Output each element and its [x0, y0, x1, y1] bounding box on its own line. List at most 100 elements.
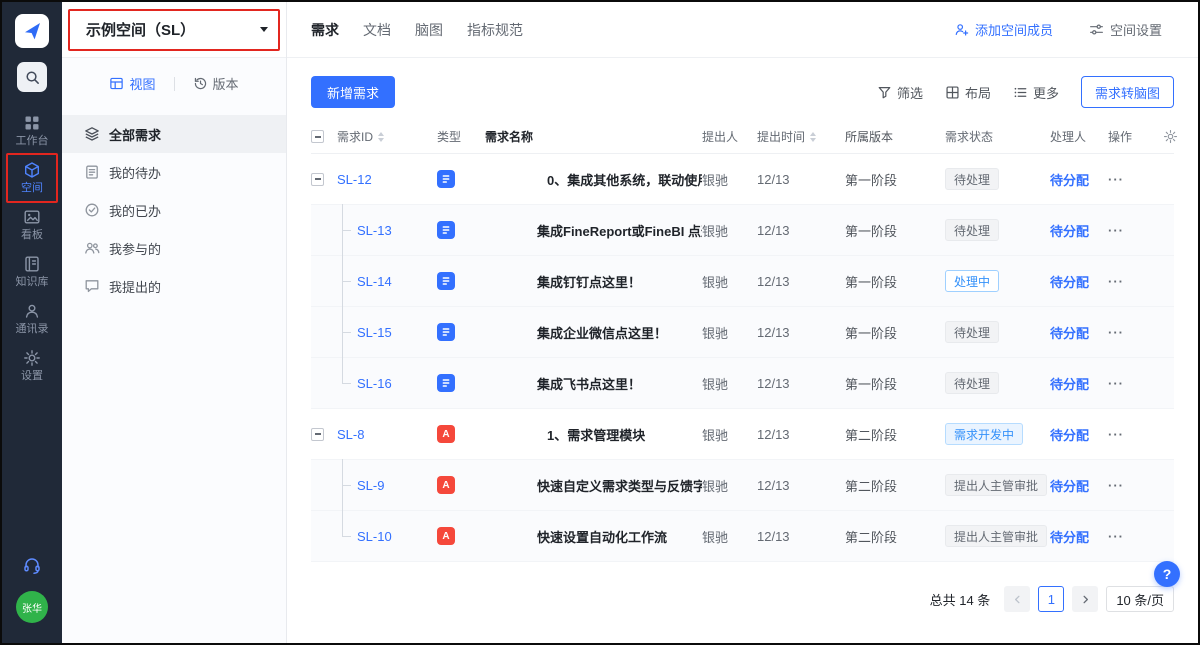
- history-clock-icon: [193, 76, 208, 91]
- header-actions: 添加空间成员 空间设置: [954, 20, 1162, 39]
- row-more-actions[interactable]: ···: [1108, 274, 1124, 289]
- row-more-actions[interactable]: ···: [1108, 223, 1124, 238]
- book-icon: [23, 255, 41, 273]
- handler-link[interactable]: 待分配: [1050, 425, 1089, 444]
- requirement-id-link[interactable]: SL-9: [357, 478, 384, 493]
- handler-link[interactable]: 待分配: [1050, 221, 1089, 240]
- sidebar-item-settings[interactable]: 设置: [5, 345, 59, 387]
- prev-page-button[interactable]: [1004, 586, 1030, 612]
- table-row[interactable]: SL-9 A 快速自定义需求类型与反馈字段 银驰 12/13 第二阶段 提出人主…: [311, 460, 1174, 511]
- requirement-name[interactable]: 0、集成其他系统，联动使用！: [477, 170, 702, 189]
- clipboard-icon: [84, 164, 100, 180]
- column-header-status: 需求状态: [945, 128, 1050, 145]
- sidebar-item-space[interactable]: 空间: [5, 157, 59, 199]
- tab-view[interactable]: 视图: [109, 74, 155, 93]
- sidebar-item-label: 工作台: [16, 135, 49, 148]
- more-button[interactable]: 更多: [1013, 83, 1059, 102]
- sidebar-item-workbench[interactable]: 工作台: [5, 110, 59, 152]
- tab-requirements[interactable]: 需求: [311, 20, 339, 40]
- requirement-id-link[interactable]: SL-8: [337, 427, 364, 442]
- space-switcher[interactable]: 示例空间（SL）: [62, 2, 286, 58]
- new-requirement-button[interactable]: 新增需求: [311, 76, 395, 108]
- filter-item-my-done[interactable]: 我的已办: [62, 191, 286, 229]
- page-size-select[interactable]: 10 条/页: [1106, 586, 1174, 612]
- space-settings-button[interactable]: 空间设置: [1089, 20, 1162, 39]
- requirement-id-link[interactable]: SL-16: [357, 376, 392, 391]
- row-more-actions[interactable]: ···: [1108, 325, 1124, 340]
- row-more-actions[interactable]: ···: [1108, 427, 1124, 442]
- table-settings-gear-icon[interactable]: [1163, 129, 1178, 144]
- current-page-button[interactable]: 1: [1038, 586, 1064, 612]
- tab-version[interactable]: 版本: [193, 74, 239, 93]
- column-header-proposer: 提出人: [702, 128, 757, 145]
- table-row[interactable]: SL-14 集成钉钉点这里！ 银驰 12/13 第一阶段 处理中 待分配 ···: [311, 256, 1174, 307]
- requirement-id-link[interactable]: SL-15: [357, 325, 392, 340]
- handler-link[interactable]: 待分配: [1050, 527, 1089, 546]
- chevron-down-icon[interactable]: [260, 27, 268, 32]
- requirement-id-link[interactable]: SL-10: [357, 529, 392, 544]
- handler-link[interactable]: 待分配: [1050, 272, 1089, 291]
- created-date: 12/13: [757, 223, 845, 238]
- sort-icon[interactable]: [378, 132, 384, 142]
- requirement-id-link[interactable]: SL-13: [357, 223, 392, 238]
- sort-icon[interactable]: [810, 132, 816, 142]
- table-row[interactable]: SL-8 A 1、需求管理模块 银驰 12/13 第二阶段 需求开发中 待分配 …: [311, 409, 1174, 460]
- app-logo[interactable]: [15, 14, 49, 48]
- tab-documents[interactable]: 文档: [363, 20, 391, 40]
- next-page-button[interactable]: [1072, 586, 1098, 612]
- requirement-name[interactable]: 快速设置自动化工作流: [477, 527, 702, 546]
- sidebar-item-board[interactable]: 看板: [5, 204, 59, 246]
- created-date: 12/13: [757, 325, 845, 340]
- row-more-actions[interactable]: ···: [1108, 172, 1124, 187]
- requirement-name[interactable]: 1、需求管理模块: [477, 425, 702, 444]
- handler-link[interactable]: 待分配: [1050, 374, 1089, 393]
- sidebar-item-contacts[interactable]: 通讯录: [5, 298, 59, 340]
- created-date: 12/13: [757, 529, 845, 544]
- version: 第一阶段: [845, 374, 945, 393]
- row-more-actions[interactable]: ···: [1108, 529, 1124, 544]
- status-badge: 待处理: [945, 372, 999, 394]
- status-badge: 处理中: [945, 270, 999, 292]
- global-search-button[interactable]: [17, 62, 47, 92]
- requirement-name[interactable]: 集成钉钉点这里！: [477, 272, 702, 291]
- view-layout-icon: [109, 76, 124, 91]
- requirement-id-link[interactable]: SL-14: [357, 274, 392, 289]
- row-more-actions[interactable]: ···: [1108, 376, 1124, 391]
- filter-item-label: 全部需求: [109, 125, 161, 144]
- table-row[interactable]: SL-13 集成FineReport或FineBI 点这里 银驰 12/13 第…: [311, 205, 1174, 256]
- user-avatar[interactable]: 张华: [16, 591, 48, 623]
- row-more-actions[interactable]: ···: [1108, 478, 1124, 493]
- table-row[interactable]: SL-16 集成飞书点这里！ 银驰 12/13 第一阶段 待处理 待分配 ···: [311, 358, 1174, 409]
- filter-item-all-requirements[interactable]: 全部需求: [62, 115, 286, 153]
- add-space-member-button[interactable]: 添加空间成员: [954, 20, 1053, 39]
- tab-mindmap[interactable]: 脑图: [415, 20, 443, 40]
- collapse-toggle[interactable]: [311, 173, 324, 186]
- tab-metric-spec[interactable]: 指标规范: [467, 20, 523, 40]
- table-row[interactable]: SL-12 0、集成其他系统，联动使用！ 银驰 12/13 第一阶段 待处理 待…: [311, 154, 1174, 205]
- main-tabs: 需求 文档 脑图 指标规范: [311, 20, 523, 40]
- table-row[interactable]: SL-15 集成企业微信点这里！ 银驰 12/13 第一阶段 待处理 待分配 ·…: [311, 307, 1174, 358]
- sidebar-item-knowledge[interactable]: 知识库: [5, 251, 59, 293]
- requirement-name[interactable]: 集成飞书点这里！: [477, 374, 702, 393]
- filter-item-proposed[interactable]: 我提出的: [62, 267, 286, 305]
- collapse-toggle[interactable]: [311, 428, 324, 441]
- requirement-name[interactable]: 集成FineReport或FineBI 点这里: [477, 221, 702, 240]
- handler-link[interactable]: 待分配: [1050, 476, 1089, 495]
- requirement-name[interactable]: 集成企业微信点这里！: [477, 323, 702, 342]
- column-header-id[interactable]: 需求ID: [337, 120, 437, 153]
- table-row[interactable]: SL-10 A 快速设置自动化工作流 银驰 12/13 第二阶段 提出人主管审批…: [311, 511, 1174, 562]
- column-header-created[interactable]: 提出时间: [757, 128, 845, 145]
- handler-link[interactable]: 待分配: [1050, 170, 1089, 189]
- select-all-checkbox[interactable]: [311, 130, 324, 143]
- support-headset-icon[interactable]: [22, 555, 42, 575]
- filter-item-participated[interactable]: 我参与的: [62, 229, 286, 267]
- requirement-name[interactable]: 快速自定义需求类型与反馈字段: [477, 476, 702, 495]
- handler-link[interactable]: 待分配: [1050, 323, 1089, 342]
- requirement-id-link[interactable]: SL-12: [337, 172, 372, 187]
- person-icon: [23, 302, 41, 320]
- filter-button[interactable]: 筛选: [877, 83, 923, 102]
- help-button[interactable]: ?: [1154, 561, 1180, 587]
- requirements-to-mindmap-button[interactable]: 需求转脑图: [1081, 76, 1174, 108]
- layout-button[interactable]: 布局: [945, 83, 991, 102]
- filter-item-my-todo[interactable]: 我的待办: [62, 153, 286, 191]
